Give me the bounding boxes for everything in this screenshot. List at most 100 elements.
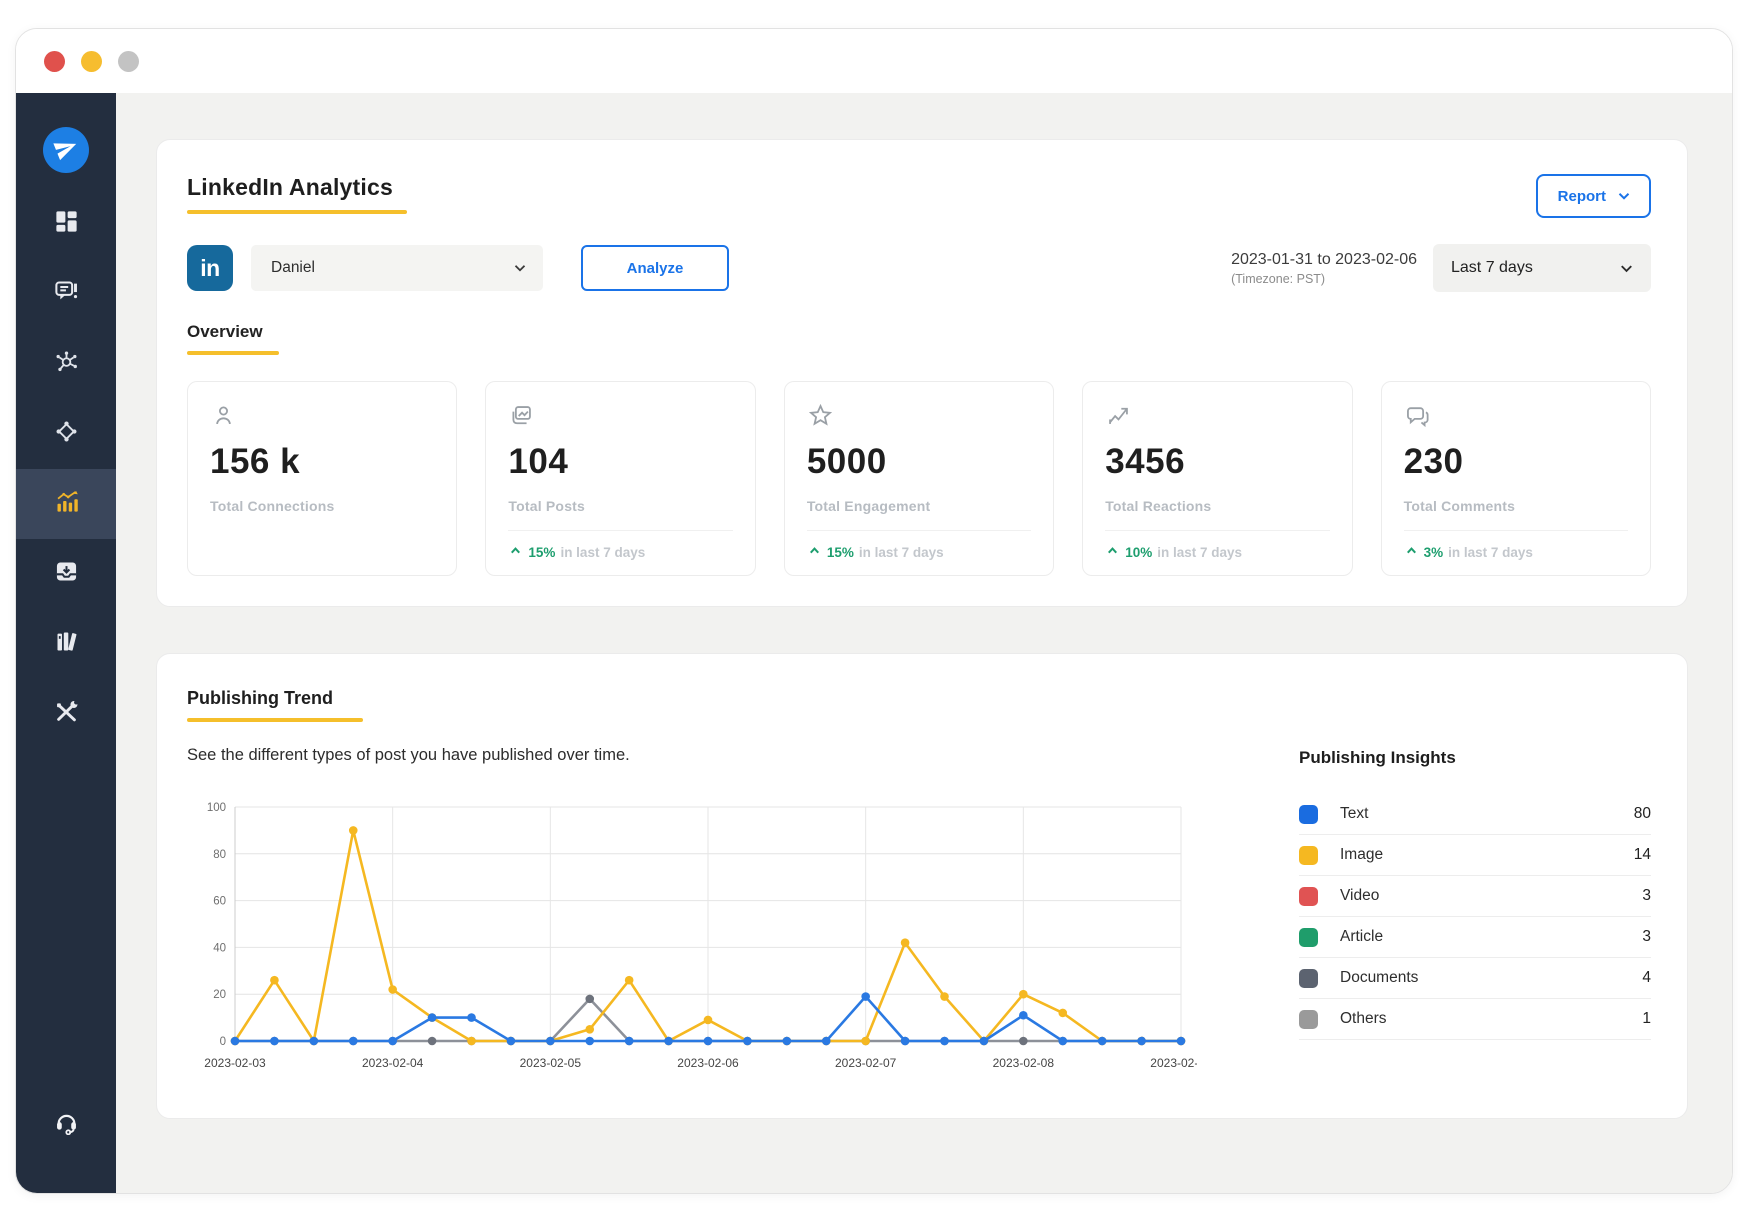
analyze-button[interactable]: Analyze — [581, 245, 729, 291]
chevron-down-icon — [1615, 187, 1633, 205]
growth-indicator: 15% in last 7 days — [508, 543, 732, 561]
growth-indicator: 10% in last 7 days — [1105, 543, 1329, 561]
chevron-down-icon — [1617, 259, 1635, 277]
insight-row-documents[interactable]: Documents 4 — [1299, 958, 1651, 999]
publishing-trend-heading: Publishing Trend — [187, 688, 363, 709]
insight-row-others[interactable]: Others 1 — [1299, 999, 1651, 1040]
trend-underline — [187, 718, 363, 722]
minimize-window-button[interactable] — [81, 51, 102, 72]
tools-icon — [53, 698, 80, 730]
insight-row-article[interactable]: Article 3 — [1299, 917, 1651, 958]
trend-up-icon — [807, 543, 822, 561]
sidebar-item-share[interactable] — [16, 399, 116, 469]
svg-text:2023-02-07: 2023-02-07 — [835, 1056, 897, 1070]
person-icon — [210, 402, 434, 434]
publishing-trend-chart: 0204060801002023-02-032023-02-042023-02-… — [187, 795, 1197, 1077]
svg-text:60: 60 — [213, 896, 226, 908]
trend-up-icon — [508, 543, 523, 561]
paper-plane-icon — [54, 136, 78, 165]
insight-label: Documents — [1340, 969, 1418, 987]
sidebar-item-inbox[interactable] — [16, 539, 116, 609]
app-window: LinkedIn Analytics Report in Daniel — [15, 28, 1733, 1194]
trend-up-icon — [1404, 543, 1419, 561]
stat-label: Total Connections — [210, 498, 434, 514]
chevron-down-icon — [511, 259, 529, 277]
svg-text:2023-02-05: 2023-02-05 — [520, 1056, 582, 1070]
article-legend-chip — [1299, 928, 1318, 947]
insight-value: 3 — [1642, 928, 1651, 946]
trend-up-icon — [1105, 543, 1120, 561]
linkedin-icon: in — [187, 245, 233, 291]
window-titlebar — [16, 29, 1732, 93]
insight-row-text[interactable]: Text 80 — [1299, 794, 1651, 835]
insight-row-image[interactable]: Image 14 — [1299, 835, 1651, 876]
sidebar-item-tools[interactable] — [16, 679, 116, 749]
insight-label: Image — [1340, 846, 1383, 864]
title-underline — [187, 210, 407, 214]
svg-text:20: 20 — [213, 989, 226, 1001]
insight-value: 3 — [1642, 887, 1651, 905]
overview-panel: LinkedIn Analytics Report in Daniel — [156, 139, 1688, 607]
growth-suffix: in last 7 days — [560, 545, 645, 560]
account-dropdown[interactable]: Daniel — [251, 245, 543, 291]
stat-value: 156 k — [210, 442, 434, 482]
period-dropdown-value: Last 7 days — [1451, 259, 1533, 277]
date-range-text: 2023-01-31 to 2023-02-06 — [1231, 251, 1417, 269]
sidebar-item-posts[interactable] — [16, 259, 116, 329]
documents-legend-chip — [1299, 969, 1318, 988]
insight-value: 4 — [1642, 969, 1651, 987]
video-legend-chip — [1299, 887, 1318, 906]
insight-row-video[interactable]: Video 3 — [1299, 876, 1651, 917]
period-dropdown[interactable]: Last 7 days — [1433, 244, 1651, 292]
sidebar-item-support[interactable] — [16, 1089, 116, 1159]
stat-label: Total Comments — [1404, 498, 1628, 514]
trend-icon — [1105, 402, 1329, 434]
overview-underline — [187, 351, 279, 355]
stat-cards: 156 k Total Connections 104 — [187, 381, 1651, 576]
timezone-note: (Timezone: PST) — [1231, 272, 1417, 286]
publishing-trend-panel: Publishing Trend See the different types… — [156, 653, 1688, 1119]
overview-heading: Overview — [187, 322, 279, 342]
text-legend-chip — [1299, 805, 1318, 824]
sidebar-item-dashboard[interactable] — [16, 189, 116, 259]
stat-card-engagement: 5000 Total Engagement 15% in last 7 days — [784, 381, 1054, 576]
stat-card-reactions: 3456 Total Reactions 10% in last 7 days — [1082, 381, 1352, 576]
account-dropdown-value: Daniel — [271, 259, 315, 277]
growth-indicator: 15% in last 7 days — [807, 543, 1031, 561]
star-icon — [807, 402, 1031, 434]
svg-text:80: 80 — [213, 849, 226, 861]
library-books-icon — [53, 628, 80, 660]
others-legend-chip — [1299, 1010, 1318, 1029]
insight-label: Text — [1340, 805, 1368, 823]
growth-suffix: in last 7 days — [859, 545, 944, 560]
insight-label: Article — [1340, 928, 1383, 946]
close-window-button[interactable] — [44, 51, 65, 72]
analytics-chart-icon — [53, 488, 80, 520]
date-range-block: 2023-01-31 to 2023-02-06 (Timezone: PST) — [1231, 251, 1417, 286]
stat-value: 230 — [1404, 442, 1628, 482]
publishing-insights: Publishing Insights Text 80 Image 14 — [1299, 746, 1651, 1082]
sidebar-item-library[interactable] — [16, 609, 116, 679]
stat-card-connections: 156 k Total Connections — [187, 381, 457, 576]
report-button[interactable]: Report — [1536, 174, 1651, 218]
sidebar-item-analytics[interactable] — [16, 469, 116, 539]
growth-indicator: 3% in last 7 days — [1404, 543, 1628, 561]
svg-text:0: 0 — [220, 1036, 226, 1048]
image-legend-chip — [1299, 846, 1318, 865]
stat-value: 5000 — [807, 442, 1031, 482]
zoom-window-button[interactable] — [118, 51, 139, 72]
stat-value: 104 — [508, 442, 732, 482]
svg-text:2023-02-09: 2023-02-09 — [1150, 1056, 1197, 1070]
analyze-button-label: Analyze — [627, 260, 684, 277]
app-logo[interactable] — [43, 127, 89, 173]
diamond-nodes-icon — [53, 418, 80, 450]
sidebar-item-network[interactable] — [16, 329, 116, 399]
stat-card-comments: 230 Total Comments 3% in last 7 days — [1381, 381, 1651, 576]
growth-value: 10% — [1125, 545, 1152, 560]
chat-exclamation-icon — [53, 278, 80, 310]
svg-text:2023-02-04: 2023-02-04 — [362, 1056, 424, 1070]
sidebar — [16, 93, 116, 1193]
report-button-label: Report — [1558, 188, 1606, 205]
stat-label: Total Engagement — [807, 498, 1031, 514]
inbox-download-icon — [53, 558, 80, 590]
